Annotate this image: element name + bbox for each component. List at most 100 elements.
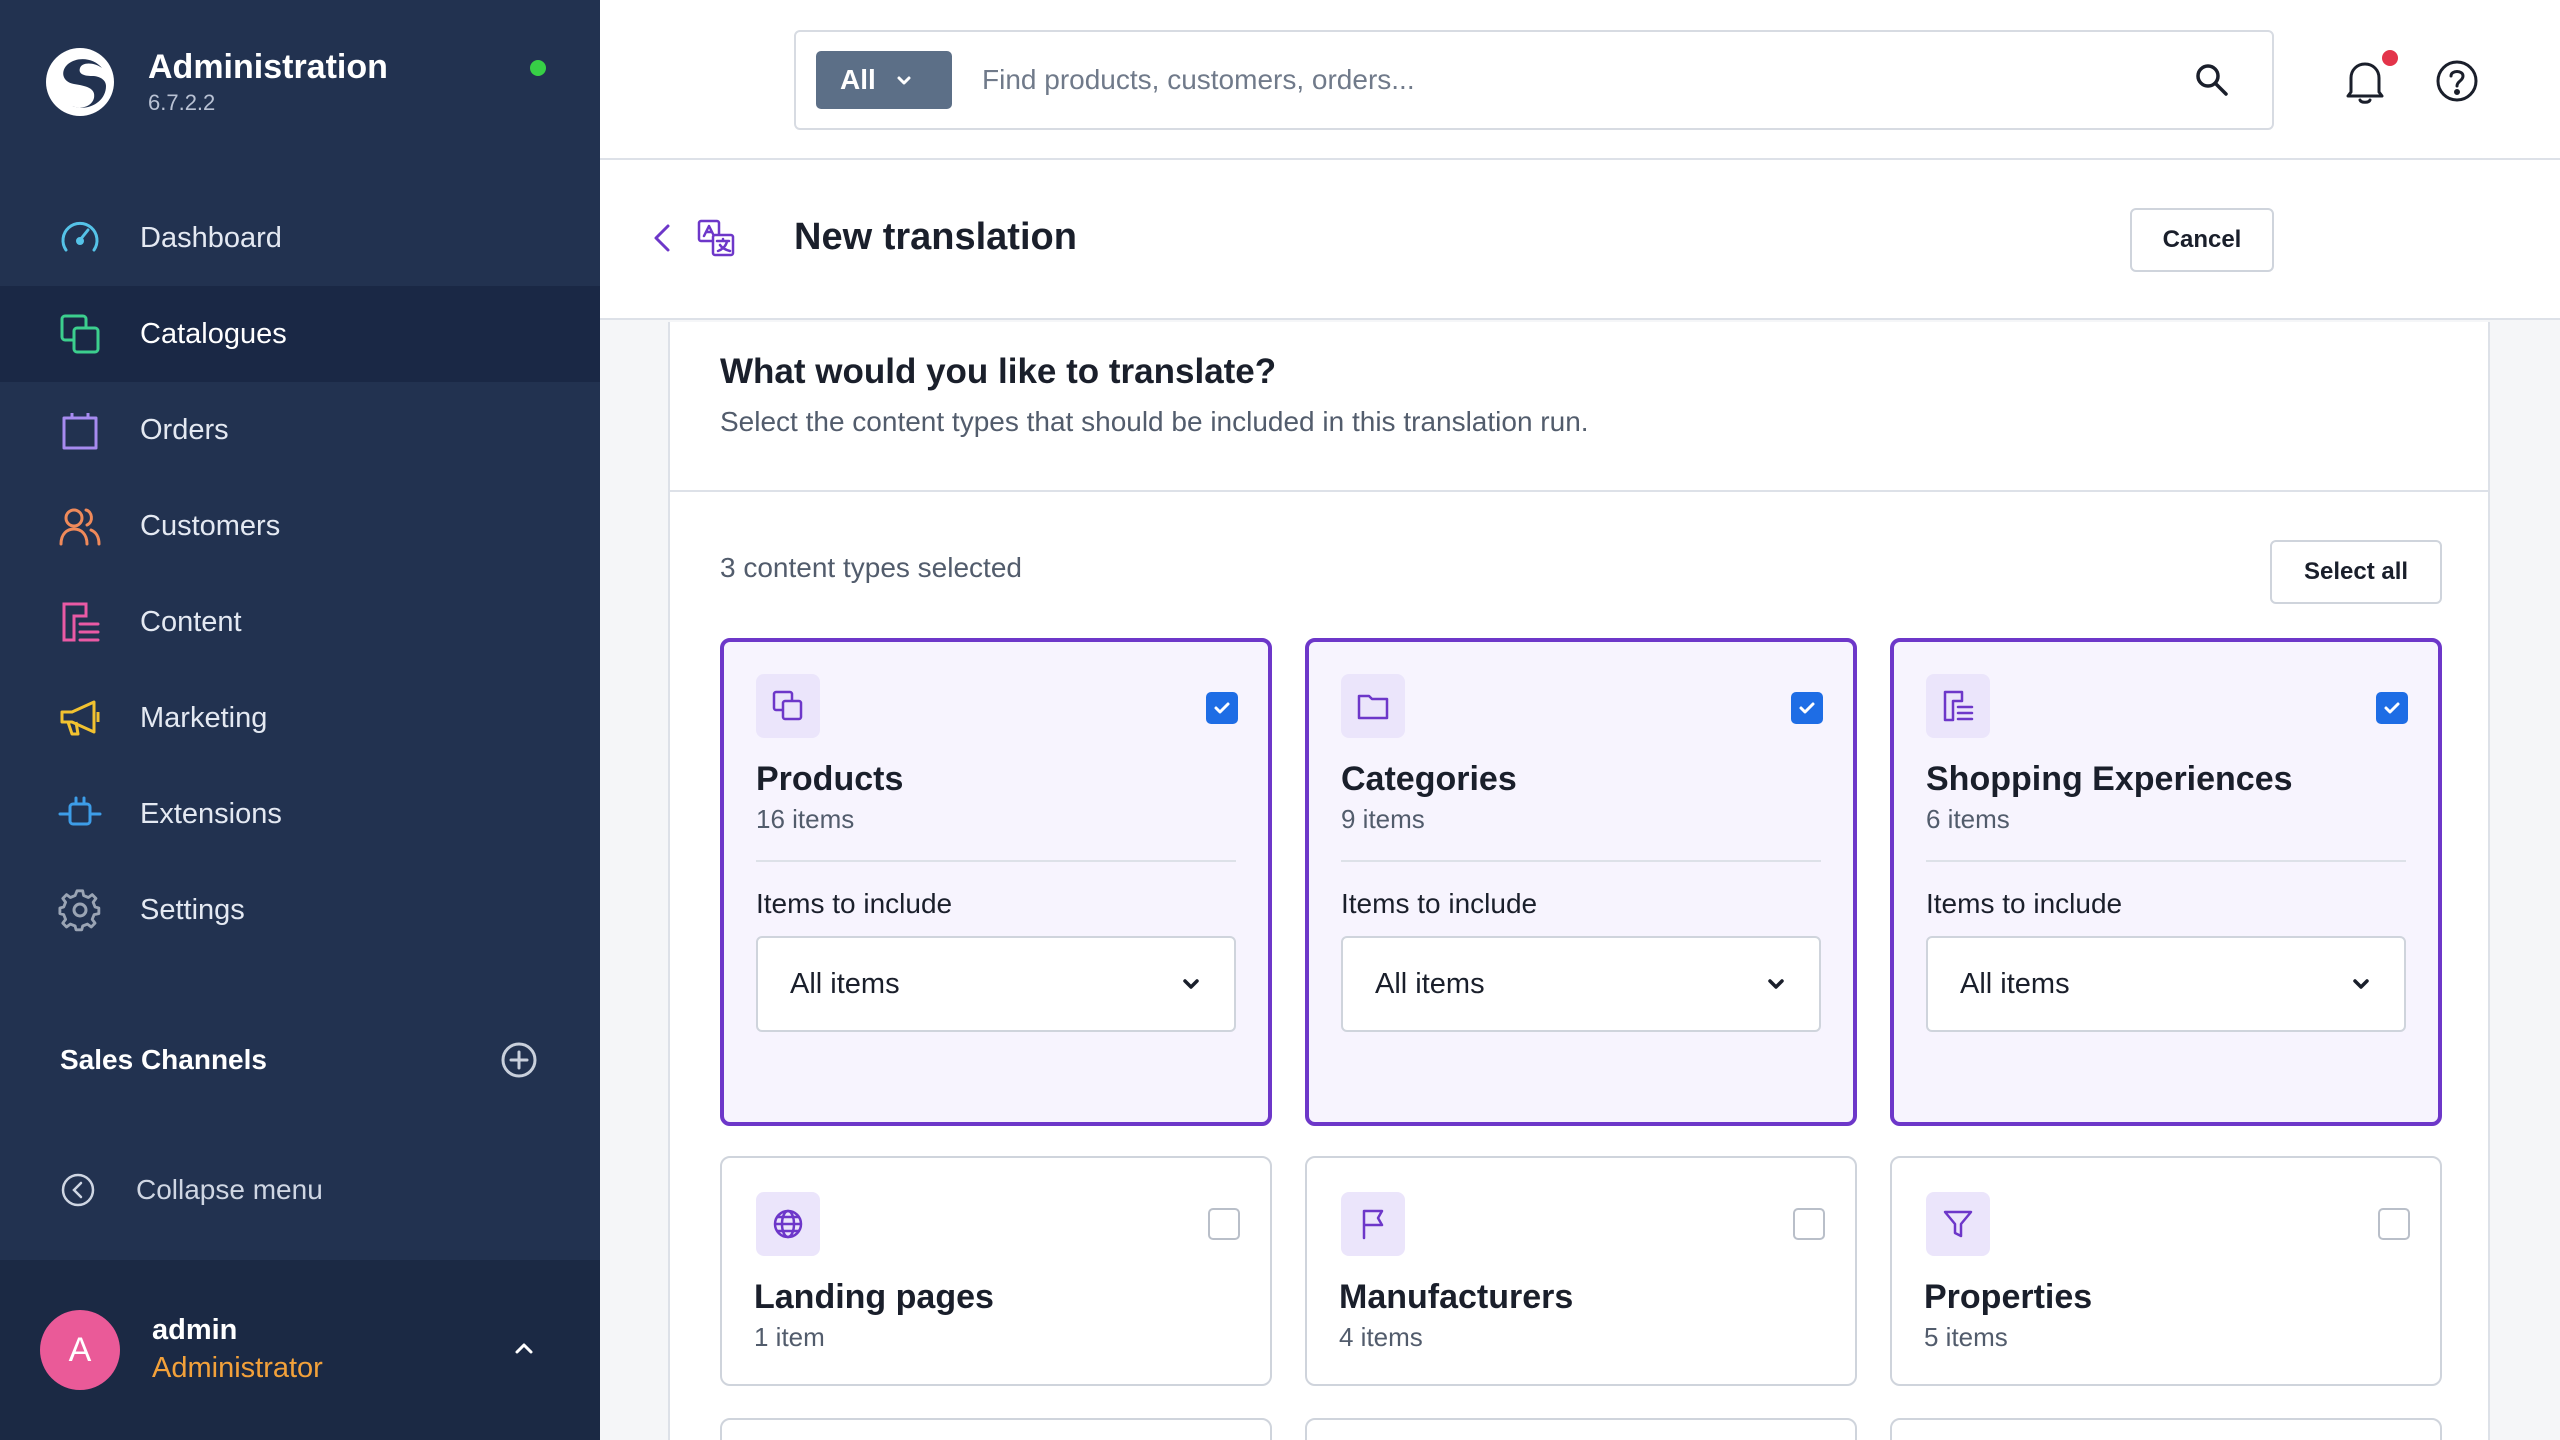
shopware-logo-icon — [46, 48, 114, 116]
tile-name: Manufacturers — [1339, 1278, 1574, 1316]
selected-count-text: 3 content types selected — [720, 552, 1022, 583]
content-type-tile-manufacturers[interactable]: Manufacturers 4 items — [1305, 1156, 1857, 1386]
tile-icon-container — [1926, 1192, 1990, 1256]
nav-item-content[interactable]: Content — [0, 574, 600, 670]
tile-checkbox[interactable] — [2376, 692, 2408, 724]
nav-item-customers[interactable]: Customers — [0, 478, 600, 574]
content-type-tile-shopping-experiences[interactable]: Shopping Experiences 6 items Items to in… — [1890, 638, 2442, 1126]
card-title: What would you like to translate? — [720, 352, 1277, 391]
content-type-tile[interactable] — [720, 1418, 1272, 1440]
tile-count: 4 items — [1339, 1322, 1423, 1352]
nav-label: Orders — [140, 413, 229, 446]
globe-icon — [773, 1209, 803, 1239]
nav-item-orders[interactable]: Orders — [0, 382, 600, 478]
items-to-include-select[interactable]: All items — [1926, 936, 2406, 1032]
products-icon — [772, 690, 803, 721]
checkmark-icon — [1799, 702, 1815, 714]
checkmark-icon — [1214, 702, 1230, 714]
nav-item-extensions[interactable]: Extensions — [0, 766, 600, 862]
shopping-bag-icon — [62, 413, 98, 450]
select-value: All items — [790, 967, 900, 1000]
back-chevron-icon[interactable] — [646, 220, 682, 256]
tile-name: Properties — [1924, 1278, 2093, 1316]
divider — [756, 860, 1236, 862]
tile-count: 9 items — [1341, 804, 1425, 834]
select-value: All items — [1375, 967, 1485, 1000]
tile-count: 16 items — [756, 804, 855, 834]
catalogues-icon — [60, 314, 100, 354]
tile-icon-container — [756, 674, 820, 738]
sales-channels-section: Sales Channels — [60, 1036, 538, 1084]
tile-icon-container — [756, 1192, 820, 1256]
notification-badge — [2382, 50, 2398, 66]
user-name: admin — [152, 1314, 238, 1346]
sales-channels-title: Sales Channels — [60, 1044, 267, 1075]
flag-icon — [1362, 1209, 1384, 1240]
avatar: A — [40, 1310, 120, 1390]
notifications-bell-icon[interactable] — [2340, 56, 2390, 106]
chevron-left-circle-icon — [61, 1173, 95, 1207]
content-type-selection-card: What would you like to translate? Select… — [668, 322, 2490, 1440]
cancel-button[interactable]: Cancel — [2130, 208, 2274, 272]
add-sales-channel-plus-icon[interactable] — [500, 1041, 538, 1079]
search-scope-dropdown[interactable]: All — [816, 51, 952, 109]
collapse-menu-button[interactable]: Collapse menu — [60, 1172, 323, 1208]
chevron-up-icon[interactable] — [508, 1332, 540, 1364]
content-type-tile[interactable] — [1890, 1418, 2442, 1440]
search-icon[interactable] — [2192, 60, 2232, 100]
content-type-tile[interactable] — [1305, 1418, 1857, 1440]
select-all-button[interactable]: Select all — [2270, 540, 2442, 604]
chevron-down-icon — [1768, 979, 1784, 989]
page-header: New translation Cancel — [600, 160, 2560, 320]
tile-checkbox[interactable] — [2378, 1208, 2410, 1240]
app-version: 6.7.2.2 — [148, 90, 216, 115]
tile-icon-container — [1341, 674, 1405, 738]
tile-name: Landing pages — [754, 1278, 994, 1316]
dashboard-gauge-icon — [61, 221, 99, 252]
nav-item-catalogues[interactable]: Catalogues — [0, 286, 600, 382]
collapse-menu-label: Collapse menu — [136, 1174, 323, 1205]
items-to-include-select[interactable]: All items — [1341, 936, 1821, 1032]
tile-checkbox[interactable] — [1208, 1208, 1240, 1240]
card-header: What would you like to translate? Select… — [670, 322, 2488, 492]
content-type-tile-products[interactable]: Products 16 items Items to include All i… — [720, 638, 1272, 1126]
search-input[interactable] — [982, 64, 2192, 96]
content-type-tile-categories[interactable]: Categories 9 items Items to include All … — [1305, 638, 1857, 1126]
gear-icon — [58, 889, 101, 932]
tile-name: Categories — [1341, 760, 1517, 798]
nav-item-settings[interactable]: Settings — [0, 862, 600, 958]
tile-name: Products — [756, 760, 904, 798]
chevron-down-icon — [897, 76, 911, 85]
nav-label: Marketing — [140, 701, 268, 734]
content-type-tile-landing-pages[interactable]: Landing pages 1 item — [720, 1156, 1272, 1386]
nav-label: Content — [140, 605, 242, 638]
tile-checkbox[interactable] — [1206, 692, 1238, 724]
content-type-tile-properties[interactable]: Properties 5 items — [1890, 1156, 2442, 1386]
page-title: New translation — [794, 216, 1077, 258]
filter-icon — [1943, 1210, 1973, 1238]
tile-count: 6 items — [1926, 804, 2010, 834]
nav-label: Catalogues — [140, 317, 287, 350]
nav-label: Dashboard — [140, 221, 282, 254]
checkmark-icon — [2384, 702, 2400, 714]
nav-item-marketing[interactable]: Marketing — [0, 670, 600, 766]
online-status-indicator — [530, 60, 546, 76]
chevron-down-icon — [2353, 979, 2369, 989]
layout-icon — [1943, 690, 1974, 722]
items-to-include-select[interactable]: All items — [756, 936, 1236, 1032]
tile-checkbox[interactable] — [1793, 1208, 1825, 1240]
nav-item-dashboard[interactable]: Dashboard — [0, 190, 600, 286]
top-bar: All — [600, 0, 2560, 160]
tile-checkbox[interactable] — [1791, 692, 1823, 724]
brand[interactable]: Administration 6.7.2.2 — [44, 46, 388, 118]
sidebar: Administration 6.7.2.2 Dashboard Catalog… — [0, 0, 600, 1440]
card-subtitle: Select the content types that should be … — [720, 406, 1589, 437]
help-question-icon[interactable] — [2434, 58, 2480, 104]
folder-icon — [1357, 694, 1389, 720]
tile-count: 5 items — [1924, 1322, 2008, 1352]
chevron-down-icon — [1183, 979, 1199, 989]
user-profile[interactable]: A admin Administrator — [0, 1260, 600, 1440]
content-icon — [62, 602, 100, 642]
search-scope-label: All — [840, 64, 876, 95]
plug-icon — [58, 796, 102, 826]
